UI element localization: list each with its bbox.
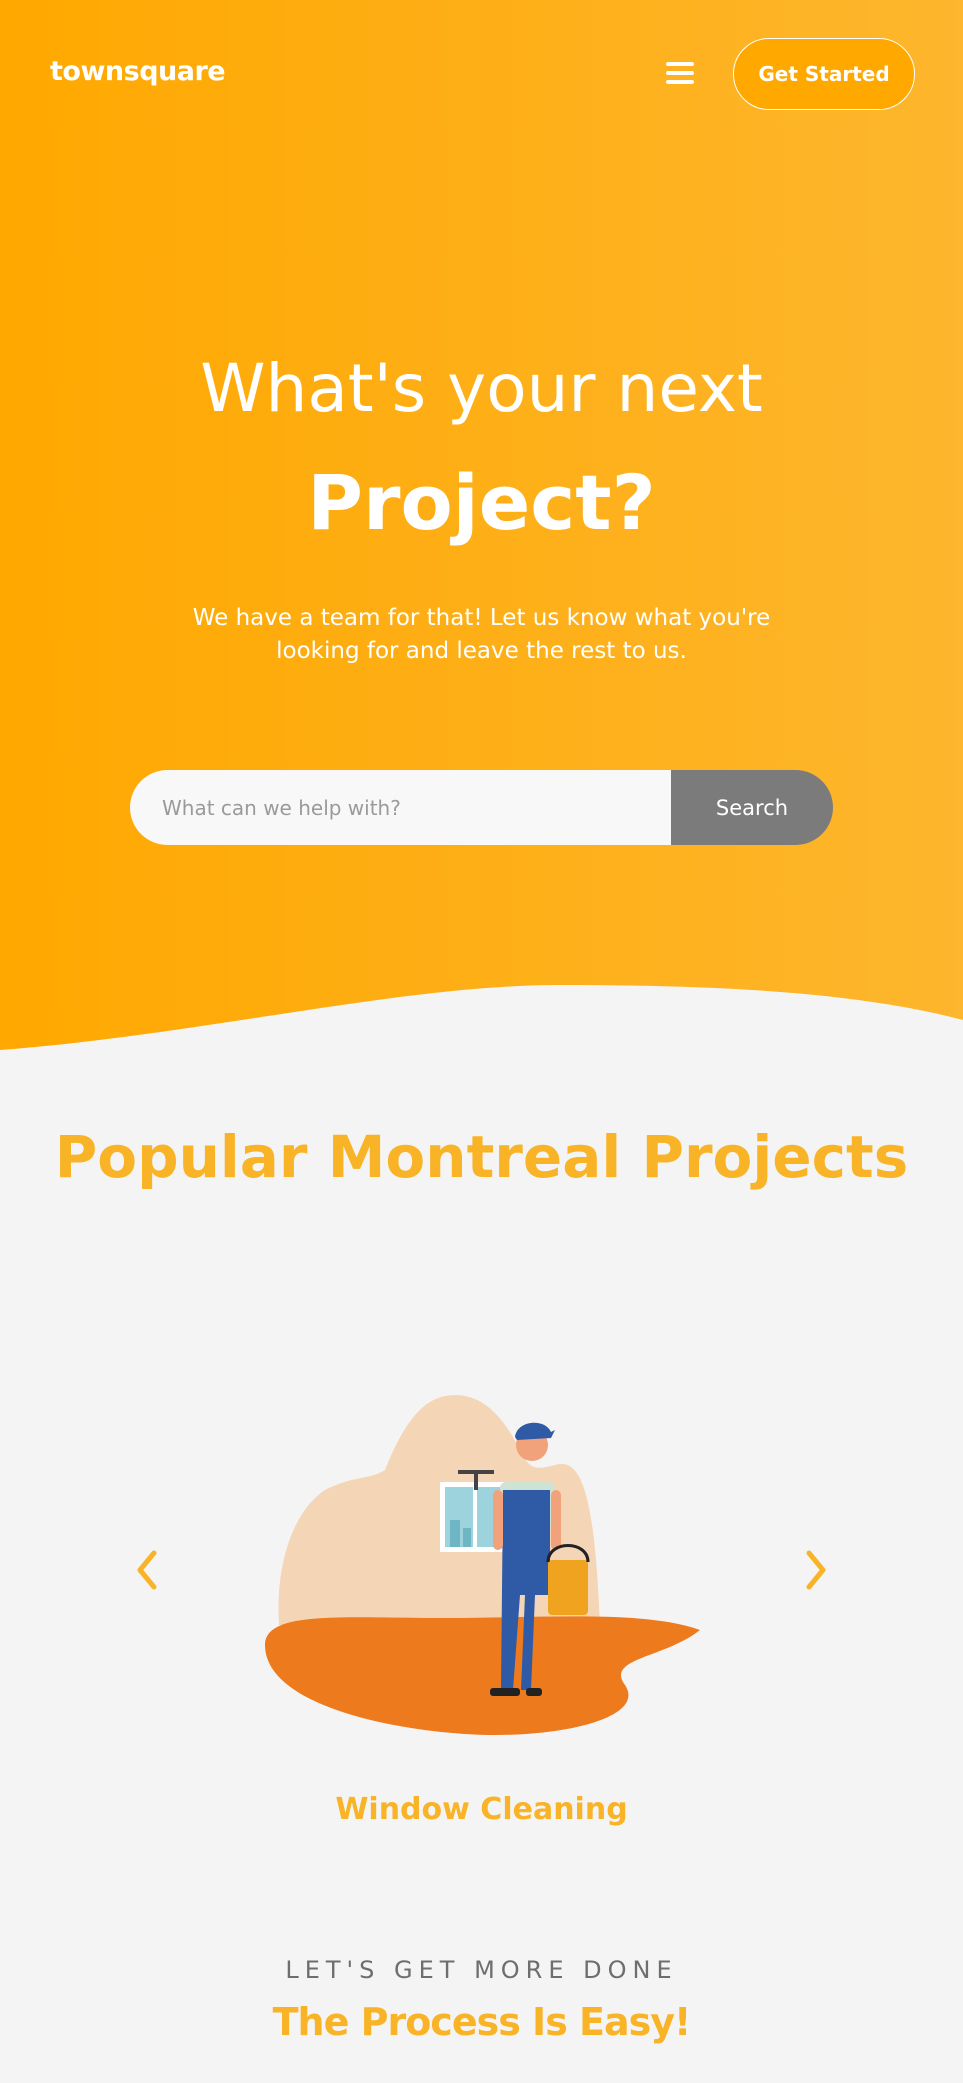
logo[interactable]: townsquare (50, 56, 226, 87)
search-input[interactable] (130, 770, 671, 845)
hero-subtitle: We have a team for that! Let us know wha… (192, 605, 771, 664)
chevron-left-icon[interactable] (132, 1545, 162, 1595)
chevron-right-icon[interactable] (801, 1545, 831, 1595)
get-started-button[interactable]: Get Started (733, 38, 915, 110)
hero-title-bold: Project? (307, 458, 656, 547)
hero-title: What's your next (200, 350, 763, 427)
process-kicker: LET'S GET MORE DONE (285, 1956, 678, 1984)
popular-projects-title: Popular Montreal Projects (54, 1123, 909, 1191)
project-name[interactable]: Window Cleaning (0, 1792, 963, 1827)
hamburger-menu-icon[interactable] (666, 62, 694, 84)
search-button[interactable]: Search (671, 770, 833, 845)
process-title: The Process Is Easy! (272, 2000, 692, 2044)
search-bar: Search (130, 770, 833, 845)
window-cleaner-illustration (265, 1395, 700, 1735)
hero-wave (0, 985, 963, 1060)
